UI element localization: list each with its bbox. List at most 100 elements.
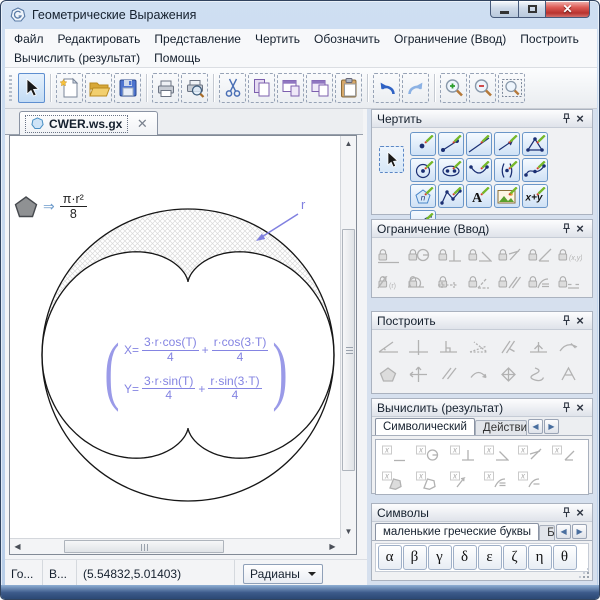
construct-tool-6[interactable] bbox=[524, 333, 554, 360]
draw-tool-polyline[interactable] bbox=[438, 184, 464, 208]
constrain-tool-4[interactable] bbox=[464, 241, 494, 268]
draw-tool-vector[interactable] bbox=[494, 132, 520, 156]
vertical-scroll-thumb[interactable] bbox=[342, 229, 355, 471]
greek-letter-2[interactable]: γ bbox=[428, 545, 452, 570]
greek-letter-6[interactable]: η bbox=[528, 545, 552, 570]
draw-tool-ellipse[interactable] bbox=[438, 158, 464, 182]
tab-scroll-left-icon[interactable]: ◀ bbox=[528, 419, 543, 434]
draw-tool-line[interactable] bbox=[466, 132, 492, 156]
print-preview-button[interactable] bbox=[181, 73, 208, 103]
angle-unit-dropdown[interactable]: Радианы bbox=[243, 564, 323, 584]
tab-scroll-right-icon[interactable]: ▶ bbox=[572, 524, 587, 539]
tab-capital-greek[interactable]: Б bbox=[539, 525, 555, 540]
tab-document[interactable]: CWER.ws.gx ✕ bbox=[19, 111, 158, 135]
scroll-down-icon[interactable]: ▼ bbox=[341, 524, 356, 539]
constrain-tool-13[interactable] bbox=[524, 268, 554, 295]
draw-tool-arc[interactable] bbox=[466, 158, 492, 182]
construct-tool-11[interactable] bbox=[464, 360, 494, 387]
calculate-tool-9[interactable]: x bbox=[445, 467, 479, 493]
greek-letter-7[interactable]: θ bbox=[553, 545, 577, 570]
greek-letter-4[interactable]: ε bbox=[478, 545, 502, 570]
draw-tool-conic[interactable] bbox=[494, 158, 520, 182]
open-button[interactable] bbox=[85, 73, 112, 103]
draw-tool-expression[interactable]: x+y bbox=[522, 184, 548, 208]
menu-item-row1-5[interactable]: Ограничение (Ввод) bbox=[387, 32, 513, 46]
panel-construct-header[interactable]: Построить × bbox=[372, 312, 592, 330]
menu-item-row2-1[interactable]: Помощь bbox=[147, 51, 207, 65]
construct-tool-1[interactable] bbox=[374, 333, 404, 360]
calculate-tool-2[interactable]: x bbox=[411, 441, 445, 467]
panel-calculate-header[interactable]: Вычислить (результат) × bbox=[372, 399, 592, 417]
constrain-tool-3[interactable] bbox=[434, 241, 464, 268]
menu-item-row1-2[interactable]: Представление bbox=[147, 32, 248, 46]
calculate-tool-10[interactable]: x bbox=[479, 467, 513, 493]
greek-letter-1[interactable]: β bbox=[403, 545, 427, 570]
calculate-tool-6[interactable]: x bbox=[547, 441, 581, 467]
new-button[interactable] bbox=[56, 73, 83, 103]
draw-tool-point[interactable] bbox=[410, 132, 436, 156]
construct-tool-5[interactable] bbox=[494, 333, 524, 360]
draw-tool-text[interactable]: A bbox=[466, 184, 492, 208]
construct-tool-10[interactable] bbox=[434, 360, 464, 387]
tab-symbolic[interactable]: Символический bbox=[375, 418, 475, 435]
undo-button[interactable] bbox=[373, 73, 400, 103]
menu-item-row1-6[interactable]: Построить bbox=[513, 32, 586, 46]
draw-tool-regular-polygon[interactable]: n bbox=[410, 184, 436, 208]
construct-tool-14[interactable] bbox=[554, 360, 584, 387]
panel-close-icon[interactable]: × bbox=[573, 401, 587, 415]
constrain-tool-11[interactable] bbox=[464, 268, 494, 295]
maximize-button[interactable] bbox=[519, 1, 546, 18]
construct-tool-8[interactable] bbox=[374, 360, 404, 387]
drawing-canvas[interactable]: ⇒ π·r² 8 r ( X= 3·r·cos(T)4 + r·cos( bbox=[10, 136, 340, 539]
constrain-tool-7[interactable]: (x,y) bbox=[554, 241, 584, 268]
copy-window-button[interactable] bbox=[277, 73, 304, 103]
menu-item-row1-1[interactable]: Редактировать bbox=[51, 32, 148, 46]
tab-real[interactable]: Действи bbox=[475, 420, 527, 435]
panel-resize-grip[interactable] bbox=[587, 576, 589, 578]
draw-tool-picture[interactable] bbox=[494, 184, 520, 208]
constrain-tool-8[interactable]: (r) bbox=[374, 268, 404, 295]
redo-button[interactable] bbox=[402, 73, 429, 103]
construct-tool-2[interactable] bbox=[404, 333, 434, 360]
calculate-tool-3[interactable]: x bbox=[445, 441, 479, 467]
construct-tool-12[interactable] bbox=[494, 360, 524, 387]
menu-item-row1-4[interactable]: Обозначить bbox=[307, 32, 387, 46]
tab-close-icon[interactable]: ✕ bbox=[133, 116, 151, 132]
calculate-tool-1[interactable]: x bbox=[377, 441, 411, 467]
zoom-window-button[interactable] bbox=[498, 73, 525, 103]
construct-tool-13[interactable] bbox=[524, 360, 554, 387]
constrain-tool-2[interactable] bbox=[404, 241, 434, 268]
area-formula[interactable]: ⇒ π·r² 8 bbox=[14, 192, 87, 222]
panel-close-icon[interactable]: × bbox=[573, 112, 587, 126]
tab-small-greek[interactable]: маленькие греческие буквы bbox=[375, 523, 539, 540]
draw-tool-polygon[interactable] bbox=[522, 132, 548, 156]
pin-icon[interactable] bbox=[559, 314, 573, 328]
zoom-out-button[interactable] bbox=[469, 73, 496, 103]
select-button[interactable] bbox=[18, 73, 45, 103]
pin-icon[interactable] bbox=[559, 222, 573, 236]
greek-letter-3[interactable]: δ bbox=[453, 545, 477, 570]
scroll-left-icon[interactable]: ◀ bbox=[10, 539, 25, 554]
draw-tool-select[interactable] bbox=[379, 146, 404, 173]
menu-item-row2-0[interactable]: Вычислить (результат) bbox=[7, 51, 147, 65]
copy-page-button[interactable] bbox=[306, 73, 333, 103]
constrain-tool-9[interactable] bbox=[404, 268, 434, 295]
minimize-button[interactable] bbox=[490, 1, 519, 18]
construct-tool-4[interactable] bbox=[464, 333, 494, 360]
constrain-tool-12[interactable] bbox=[494, 268, 524, 295]
constrain-tool-6[interactable] bbox=[524, 241, 554, 268]
calculate-tool-8[interactable]: x bbox=[411, 467, 445, 493]
greek-letter-0[interactable]: α bbox=[378, 545, 402, 570]
draw-tool-circle[interactable] bbox=[410, 158, 436, 182]
calculate-tool-4[interactable]: x bbox=[479, 441, 513, 467]
tab-scroll-right-icon[interactable]: ▶ bbox=[544, 419, 559, 434]
greek-letter-5[interactable]: ζ bbox=[503, 545, 527, 570]
draw-tool-segment[interactable] bbox=[438, 132, 464, 156]
calculate-tool-5[interactable]: x bbox=[513, 441, 547, 467]
horizontal-scrollbar[interactable]: ◀ ▶ bbox=[10, 538, 340, 554]
panel-constrain-header[interactable]: Ограничение (Ввод) × bbox=[372, 220, 592, 238]
panel-close-icon[interactable]: × bbox=[573, 314, 587, 328]
vertical-scrollbar[interactable]: ▲ ▼ bbox=[340, 136, 356, 539]
construct-tool-3[interactable] bbox=[434, 333, 464, 360]
panel-close-icon[interactable]: × bbox=[573, 506, 587, 520]
